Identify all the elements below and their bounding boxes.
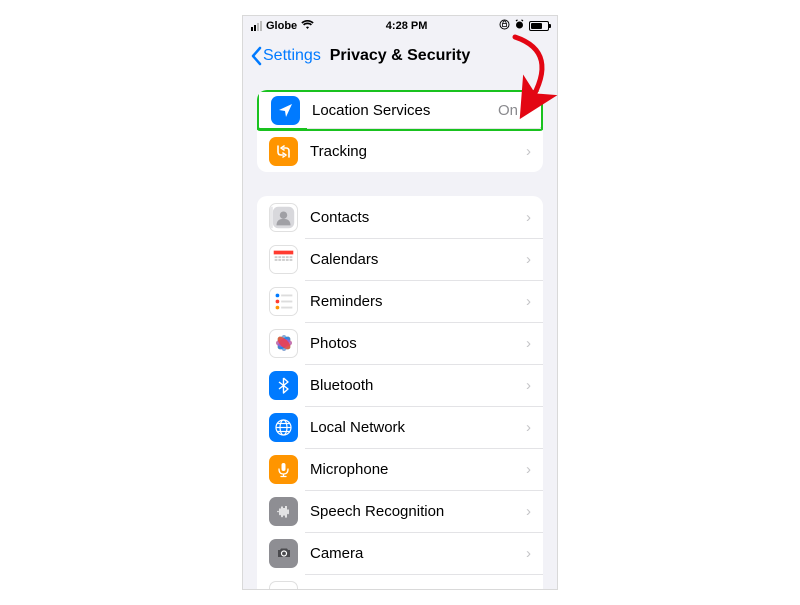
chevron-right-icon: › bbox=[526, 461, 531, 478]
tracking-icon bbox=[269, 137, 298, 166]
reminders-icon bbox=[269, 287, 298, 316]
row-label: Photos bbox=[310, 335, 526, 352]
group-location: Location Services On › Tracking › bbox=[257, 90, 543, 172]
back-label: Settings bbox=[263, 47, 321, 65]
battery-icon bbox=[529, 21, 549, 31]
signal-icon bbox=[251, 21, 262, 31]
row-tracking[interactable]: Tracking › bbox=[257, 130, 543, 172]
status-right bbox=[499, 19, 549, 33]
row-speech-recognition[interactable]: Speech Recognition › bbox=[257, 490, 543, 532]
camera-icon bbox=[269, 539, 298, 568]
back-button[interactable]: Settings bbox=[243, 46, 321, 66]
row-microphone[interactable]: Microphone › bbox=[257, 448, 543, 490]
row-label: Speech Recognition bbox=[310, 503, 526, 520]
chevron-right-icon: › bbox=[526, 335, 531, 352]
row-label: Contacts bbox=[310, 209, 526, 226]
row-local-network[interactable]: Local Network › bbox=[257, 406, 543, 448]
status-left: Globe bbox=[251, 20, 314, 33]
row-health[interactable]: Health › bbox=[257, 574, 543, 589]
chevron-right-icon: › bbox=[526, 377, 531, 394]
photos-icon bbox=[269, 329, 298, 358]
location-icon bbox=[271, 96, 300, 125]
row-label: Bluetooth bbox=[310, 377, 526, 394]
row-label: Health bbox=[310, 587, 526, 590]
wifi-icon bbox=[301, 20, 314, 33]
contacts-icon bbox=[269, 203, 298, 232]
row-label: Calendars bbox=[310, 251, 526, 268]
row-bluetooth[interactable]: Bluetooth › bbox=[257, 364, 543, 406]
row-label: Local Network bbox=[310, 419, 526, 436]
nav-bar: Settings Privacy & Security bbox=[243, 36, 557, 76]
chevron-right-icon: › bbox=[526, 251, 531, 268]
row-label: Reminders bbox=[310, 293, 526, 310]
clock-label: 4:28 PM bbox=[386, 20, 428, 32]
group-apps: Contacts › Calendars › Reminders › bbox=[257, 196, 543, 589]
row-reminders[interactable]: Reminders › bbox=[257, 280, 543, 322]
local-network-icon bbox=[269, 413, 298, 442]
chevron-right-icon: › bbox=[526, 293, 531, 310]
row-calendars[interactable]: Calendars › bbox=[257, 238, 543, 280]
content-scroll[interactable]: Location Services On › Tracking › Contac… bbox=[243, 76, 557, 589]
chevron-right-icon: › bbox=[526, 587, 531, 590]
chevron-right-icon: › bbox=[526, 503, 531, 520]
settings-privacy-screen: Globe 4:28 PM Settings Privacy & Securit… bbox=[242, 15, 558, 590]
bluetooth-icon bbox=[269, 371, 298, 400]
carrier-label: Globe bbox=[266, 20, 297, 32]
row-label: Tracking bbox=[310, 143, 526, 160]
orientation-lock-icon bbox=[499, 19, 510, 33]
health-icon bbox=[269, 581, 298, 590]
chevron-right-icon: › bbox=[526, 545, 531, 562]
microphone-icon bbox=[269, 455, 298, 484]
row-label: Camera bbox=[310, 545, 526, 562]
row-camera[interactable]: Camera › bbox=[257, 532, 543, 574]
chevron-right-icon: › bbox=[526, 419, 531, 436]
row-value: On bbox=[498, 102, 518, 119]
calendars-icon bbox=[269, 245, 298, 274]
chevron-right-icon: › bbox=[526, 209, 531, 226]
row-photos[interactable]: Photos › bbox=[257, 322, 543, 364]
alarm-icon bbox=[514, 19, 525, 33]
status-bar: Globe 4:28 PM bbox=[243, 16, 557, 36]
row-label: Microphone bbox=[310, 461, 526, 478]
chevron-left-icon bbox=[249, 46, 263, 66]
row-location-services[interactable]: Location Services On › bbox=[257, 90, 543, 131]
row-label: Location Services bbox=[312, 102, 498, 119]
speech-icon bbox=[269, 497, 298, 526]
chevron-right-icon: › bbox=[524, 102, 529, 119]
chevron-right-icon: › bbox=[526, 143, 531, 160]
row-contacts[interactable]: Contacts › bbox=[257, 196, 543, 238]
